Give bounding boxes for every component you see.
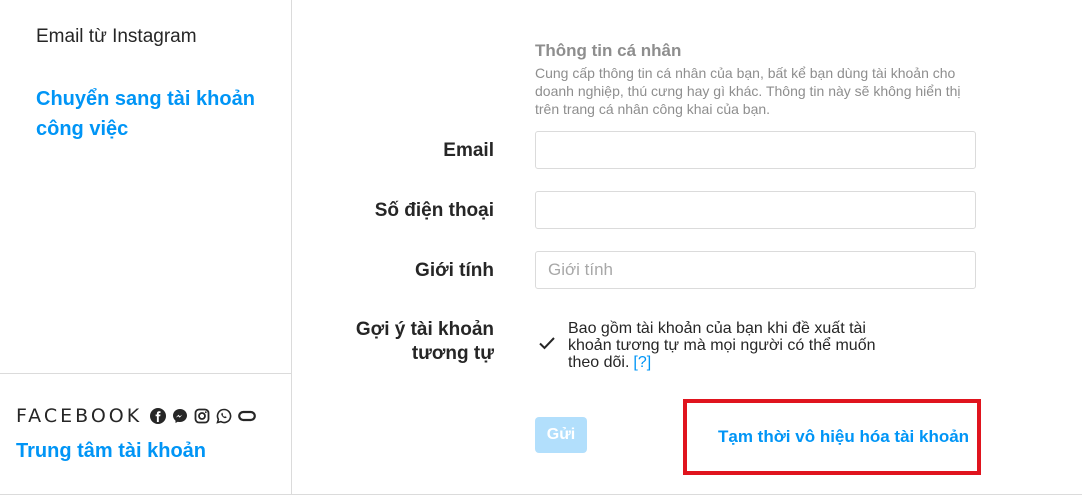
accounts-center-link[interactable]: Trung tâm tài khoản <box>16 440 206 463</box>
temporarily-deactivate-account-link[interactable]: Tạm thời vô hiệu hóa tài khoản <box>718 427 969 447</box>
personal-info-title: Thông tin cá nhân <box>535 41 682 60</box>
instagram-icon <box>194 408 210 424</box>
sidebar-item-emails-from-instagram[interactable]: Email từ Instagram <box>36 26 197 48</box>
sidebar-divider <box>0 373 291 374</box>
personal-info-description: Cung cấp thông tin cá nhân của bạn, bất … <box>535 65 961 117</box>
email-label: Email <box>443 140 494 161</box>
phone-field[interactable] <box>535 191 976 229</box>
facebook-wordmark: FACEBOOK <box>16 405 143 427</box>
meta-brand-row: FACEBOOK <box>16 405 262 427</box>
oculus-icon <box>238 410 257 422</box>
similar-accounts-text: Bao gồm tài khoản của bạn khi đề xuất tà… <box>568 320 876 371</box>
switch-to-professional-link[interactable]: Chuyển sang tài khoản công việc <box>36 84 266 144</box>
whatsapp-icon <box>216 408 232 424</box>
similar-accounts-description: Bao gồm tài khoản của bạn khi đề xuất tà… <box>568 320 908 371</box>
gender-label: Giới tính <box>415 260 494 281</box>
similar-accounts-checkbox[interactable] <box>537 333 557 353</box>
submit-button[interactable]: Gửi <box>535 417 587 453</box>
page-bottom-divider <box>0 494 1082 495</box>
settings-sidebar: Email từ Instagram Chuyển sang tài khoản… <box>0 0 292 494</box>
gender-field[interactable] <box>535 251 976 289</box>
similar-accounts-label: Gợi ý tài khoản tương tự <box>355 319 494 364</box>
email-field[interactable] <box>535 131 976 169</box>
help-link[interactable]: [?] <box>633 354 651 371</box>
phone-label: Số điện thoại <box>374 200 494 221</box>
messenger-icon <box>173 409 188 423</box>
facebook-icon <box>150 408 167 424</box>
